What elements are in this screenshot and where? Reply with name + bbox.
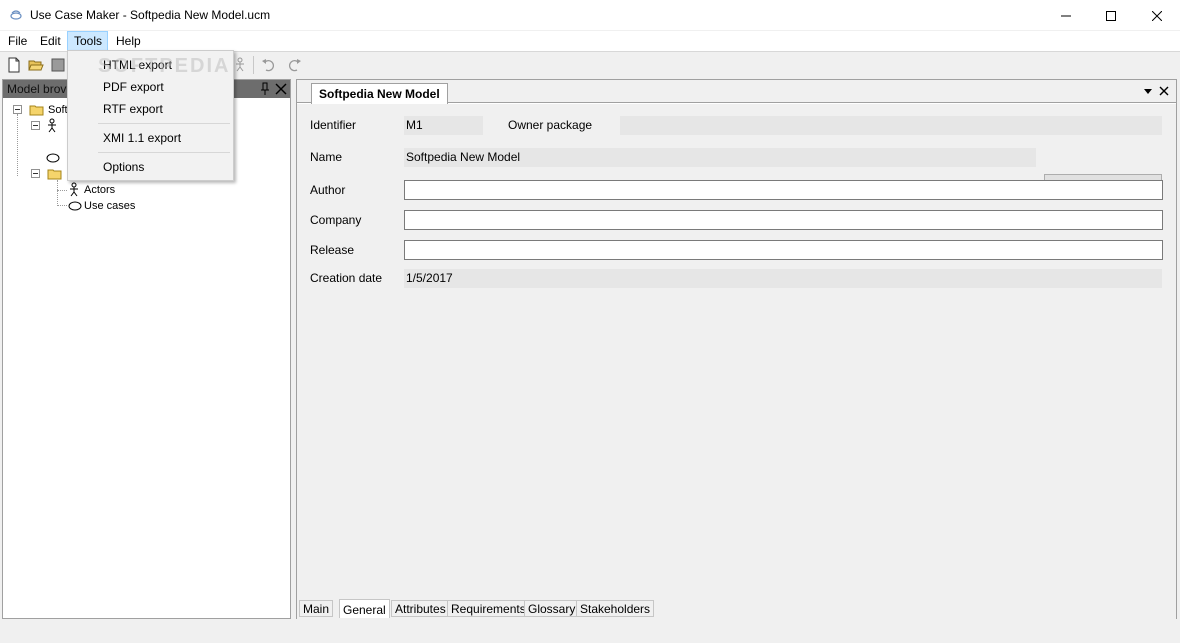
tree-item-package[interactable]: [31, 166, 71, 182]
menu-separator: [98, 123, 230, 124]
tools-dropdown-menu: HTML export PDF export RTF export XMI 1.…: [67, 50, 234, 181]
close-tab-icon[interactable]: [1159, 86, 1169, 96]
save-icon[interactable]: [49, 56, 67, 74]
tab-general[interactable]: General: [339, 599, 390, 618]
folder-icon: [29, 105, 44, 116]
collapse-icon[interactable]: [31, 169, 40, 178]
creation-date-field[interactable]: 1/5/2017: [404, 269, 1162, 288]
tree-item-root[interactable]: Soft: [11, 102, 71, 118]
author-input[interactable]: [404, 180, 1163, 200]
status-bar: [0, 620, 1180, 643]
owner-package-label: Owner package: [508, 118, 593, 132]
use-case-icon: [46, 153, 60, 163]
general-form: Identifier M1 Owner package Name Softped…: [297, 104, 1176, 598]
menu-file[interactable]: File: [2, 31, 33, 51]
owner-package-field[interactable]: [620, 116, 1162, 135]
app-icon: [10, 10, 22, 20]
minimize-button[interactable]: [1043, 0, 1089, 31]
bottom-tab-strip: Main General Attributes Requirements Glo…: [297, 598, 1176, 619]
undo-icon[interactable]: [260, 56, 278, 74]
maximize-button[interactable]: [1088, 0, 1134, 31]
window-title: Use Case Maker - Softpedia New Model.ucm: [30, 8, 271, 22]
tree-line: [57, 180, 58, 206]
release-input[interactable]: [404, 240, 1163, 260]
tab-attributes[interactable]: Attributes: [391, 600, 450, 617]
author-label: Author: [310, 183, 346, 197]
tree-item-actors-group[interactable]: [31, 118, 71, 134]
identifier-label: Identifier: [310, 118, 357, 132]
open-folder-icon[interactable]: [27, 56, 45, 74]
menu-item-rtf-export[interactable]: RTF export: [69, 97, 232, 119]
toolbar-separator: [253, 56, 254, 74]
company-label: Company: [310, 213, 362, 227]
company-input[interactable]: [404, 210, 1163, 230]
folder-icon: [47, 169, 62, 180]
tree-item-use-cases[interactable]: Use cases: [67, 198, 157, 214]
tab-main[interactable]: Main: [299, 600, 334, 617]
menu-item-html-export[interactable]: HTML export: [69, 53, 232, 75]
menu-edit[interactable]: Edit: [34, 31, 67, 51]
title-bar: Use Case Maker - Softpedia New Model.ucm: [0, 0, 1180, 31]
model-browser-title: Model brov: [7, 82, 67, 96]
minimize-icon: [1061, 15, 1071, 16]
menu-item-pdf-export[interactable]: PDF export: [69, 75, 232, 97]
tree-item-actors[interactable]: Actors: [67, 182, 147, 198]
menu-separator: [98, 152, 230, 153]
menu-item-options[interactable]: Options: [69, 155, 232, 177]
tree-line: [57, 190, 67, 191]
document-tabstrip: Softpedia New Model: [297, 80, 1176, 104]
tree-line: [17, 114, 18, 176]
document-panel: Softpedia New Model Identifier M1 Owner …: [296, 79, 1177, 619]
identifier-field[interactable]: M1: [404, 116, 483, 135]
maximize-icon: [1106, 10, 1116, 21]
menu-bar: File Edit Tools Help: [0, 31, 1180, 51]
name-field[interactable]: Softpedia New Model: [404, 148, 1036, 167]
tab-stakeholders[interactable]: Stakeholders: [576, 600, 655, 617]
chevron-down-icon[interactable]: [1143, 88, 1153, 96]
close-panel-icon[interactable]: [275, 83, 287, 95]
tree-use-cases-label: Use cases: [84, 200, 136, 212]
redo-icon[interactable]: [285, 56, 303, 74]
actor-icon: [70, 182, 78, 197]
menu-tools[interactable]: Tools: [67, 31, 109, 51]
use-case-icon: [68, 201, 82, 211]
tree-line: [57, 205, 67, 206]
tab-requirements[interactable]: Requirements: [447, 600, 530, 617]
tab-glossary[interactable]: Glossary: [524, 600, 580, 617]
menu-item-xmi-export[interactable]: XMI 1.1 export: [69, 126, 232, 148]
name-label: Name: [310, 150, 343, 164]
tree-root-label: Soft: [48, 104, 68, 116]
collapse-icon[interactable]: [31, 121, 40, 130]
document-tab[interactable]: Softpedia New Model: [311, 83, 448, 104]
menu-help[interactable]: Help: [110, 31, 147, 51]
close-window-button[interactable]: [1134, 0, 1180, 31]
tree-actors-label: Actors: [84, 184, 116, 196]
new-file-icon[interactable]: [5, 56, 23, 74]
actor-icon: [48, 118, 56, 133]
creation-date-label: Creation date: [310, 271, 383, 285]
pin-icon[interactable]: [259, 82, 271, 96]
release-label: Release: [310, 243, 355, 257]
collapse-icon[interactable]: [13, 105, 22, 114]
close-icon: [1152, 10, 1162, 21]
